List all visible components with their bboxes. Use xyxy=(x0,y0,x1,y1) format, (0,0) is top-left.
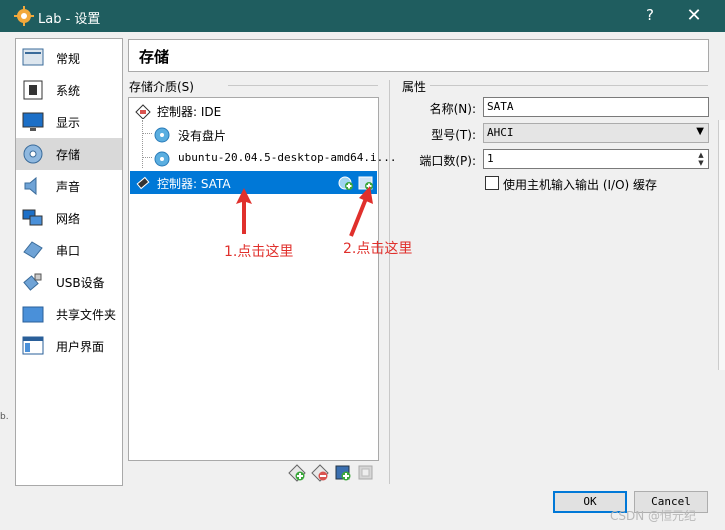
sidebar-item-storage[interactable]: 存储 xyxy=(16,138,122,170)
sidebar-item-general[interactable]: 常规 xyxy=(16,42,122,74)
storage-tree: 控制器: IDE 没有盘片 ubuntu-20.04.5-desktop-amd… xyxy=(128,97,397,461)
page-title: 存储 xyxy=(139,48,170,66)
ide-controller-icon xyxy=(135,104,151,119)
annotation-arrow-2 xyxy=(349,186,373,237)
chevron-down-icon: ▼ xyxy=(696,126,704,137)
storage-disk-icon xyxy=(23,144,43,164)
sata-controller-icon xyxy=(136,176,150,190)
tree-item-empty-disc[interactable]: 没有盘片 xyxy=(130,123,377,146)
annotation-label-1: 1.点击这里 xyxy=(224,244,294,260)
page-heading-box: 存储 xyxy=(128,39,709,72)
sidebar-item-shared-folders[interactable]: 共享文件夹 xyxy=(16,298,122,330)
shared-folder-icon xyxy=(22,306,44,323)
name-field-value: SATA xyxy=(487,100,514,113)
sidebar-item-serial[interactable]: 串口 xyxy=(16,234,122,266)
sidebar-item-label: 系统 xyxy=(56,84,81,98)
port-count-value: 1 xyxy=(487,152,494,165)
host-io-cache-label: 使用主机输入输出 (I/O) 缓存 xyxy=(503,178,658,192)
port-count-label: 端口数(P): xyxy=(419,154,476,168)
sidebar-item-label: 显示 xyxy=(56,116,81,130)
annotation-label-2: 2.点击这里 xyxy=(343,241,413,257)
port-count-stepper[interactable]: 1 ▲ ▼ xyxy=(483,149,709,169)
user-interface-icon xyxy=(22,336,44,355)
panel-separator xyxy=(389,80,390,484)
sidebar-item-label: 常规 xyxy=(56,52,81,66)
help-button[interactable]: ? xyxy=(638,6,662,26)
sidebar-item-label: 共享文件夹 xyxy=(56,308,117,322)
tree-item-iso[interactable]: ubuntu-20.04.5-desktop-amd64.i... xyxy=(130,147,397,170)
sidebar-item-usb[interactable]: USB设备 xyxy=(16,266,122,298)
network-icon xyxy=(22,209,43,226)
general-icon xyxy=(22,48,44,66)
tree-item-label: 控制器: IDE xyxy=(157,105,222,119)
watermark: CSDN @恒元纪 xyxy=(610,509,697,523)
attributes-label: 属性 xyxy=(402,80,427,94)
tree-item-label: ubuntu-20.04.5-desktop-amd64.i... xyxy=(178,151,397,164)
sidebar-item-network[interactable]: 网络 xyxy=(16,202,122,234)
annotation-arrow-1 xyxy=(236,188,252,234)
tree-item-label: 控制器: SATA xyxy=(157,177,231,191)
optical-disc-icon xyxy=(154,127,170,143)
window-title: Lab - 设置 xyxy=(38,12,101,27)
serial-port-icon xyxy=(23,241,43,259)
sidebar-item-display[interactable]: 显示 xyxy=(16,106,122,138)
background-window-edge xyxy=(718,120,725,370)
section-divider xyxy=(228,85,378,86)
add-controller-icon[interactable] xyxy=(288,464,306,482)
sidebar-item-audio[interactable]: 声音 xyxy=(16,170,122,202)
sidebar-item-label: 声音 xyxy=(56,180,81,194)
close-button[interactable]: ✕ xyxy=(682,5,706,27)
name-field[interactable]: SATA xyxy=(483,97,709,117)
sidebar-item-label: 串口 xyxy=(56,244,81,258)
display-monitor-icon xyxy=(22,112,44,131)
sidebar-item-label: 用户界面 xyxy=(56,340,105,354)
host-io-cache-checkbox[interactable] xyxy=(485,176,499,190)
type-field-label: 型号(T): xyxy=(431,128,476,142)
section-divider xyxy=(430,85,708,86)
sidebar-item-label: 存储 xyxy=(56,148,81,162)
add-attachment-icon[interactable] xyxy=(334,464,352,482)
background-text-fragment: b. xyxy=(0,412,9,422)
remove-controller-icon[interactable] xyxy=(311,464,329,482)
speaker-icon xyxy=(24,176,37,196)
title-bar: Lab - 设置 ? ✕ xyxy=(0,0,725,32)
virtualbox-gear-icon xyxy=(14,6,34,26)
tree-item-label: 没有盘片 xyxy=(178,129,227,143)
sidebar-item-user-interface[interactable]: 用户界面 xyxy=(16,330,122,362)
remove-attachment-icon[interactable] xyxy=(357,464,375,482)
settings-sidebar: 常规 系统 显示 存储 声音 网络 串口 USB设备 共享文件夹 用户界面 xyxy=(15,38,123,486)
sidebar-item-label: USB设备 xyxy=(56,276,105,290)
system-chip-icon xyxy=(23,80,43,100)
type-select[interactable]: AHCI ▼ xyxy=(483,123,709,143)
sidebar-item-system[interactable]: 系统 xyxy=(16,74,122,106)
tree-item-controller-ide[interactable]: 控制器: IDE xyxy=(130,99,377,122)
usb-icon xyxy=(23,273,42,291)
storage-devices-label: 存储介质(S) xyxy=(129,80,194,94)
optical-disc-icon xyxy=(154,151,170,167)
sidebar-item-label: 网络 xyxy=(56,212,81,226)
stepper-arrows-icon[interactable]: ▲ ▼ xyxy=(695,151,707,167)
name-field-label: 名称(N): xyxy=(429,102,476,116)
type-select-value: AHCI xyxy=(487,126,514,139)
